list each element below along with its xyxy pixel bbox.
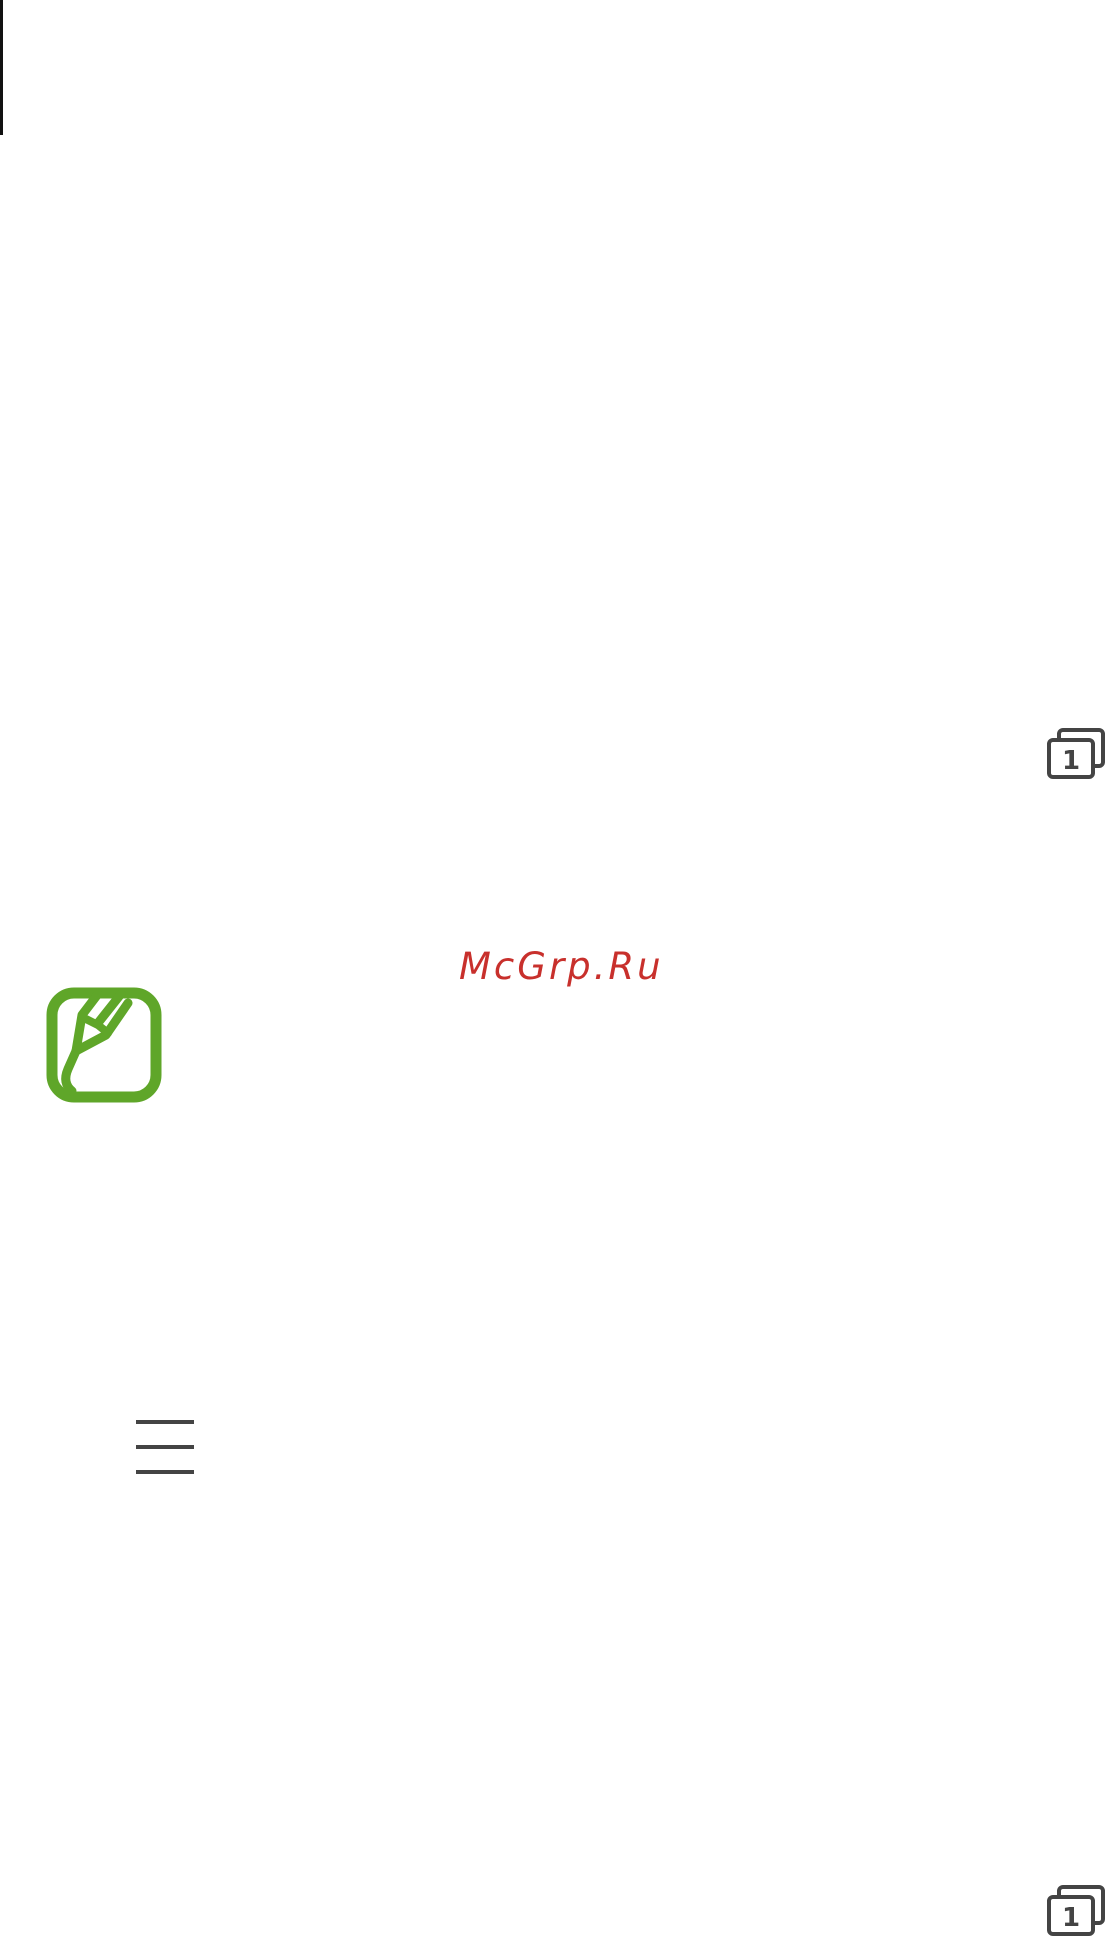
window-number: 1 bbox=[1062, 1903, 1080, 1933]
watermark-text: McGrp.Ru bbox=[459, 945, 664, 988]
hamburger-menu-icon bbox=[136, 1420, 194, 1474]
page-edge-line bbox=[0, 0, 3, 135]
multi-window-icon: 1 bbox=[1047, 1885, 1105, 1936]
window-number: 1 bbox=[1062, 746, 1080, 776]
note-pencil-icon bbox=[46, 987, 162, 1103]
multi-window-icon: 1 bbox=[1047, 728, 1105, 779]
